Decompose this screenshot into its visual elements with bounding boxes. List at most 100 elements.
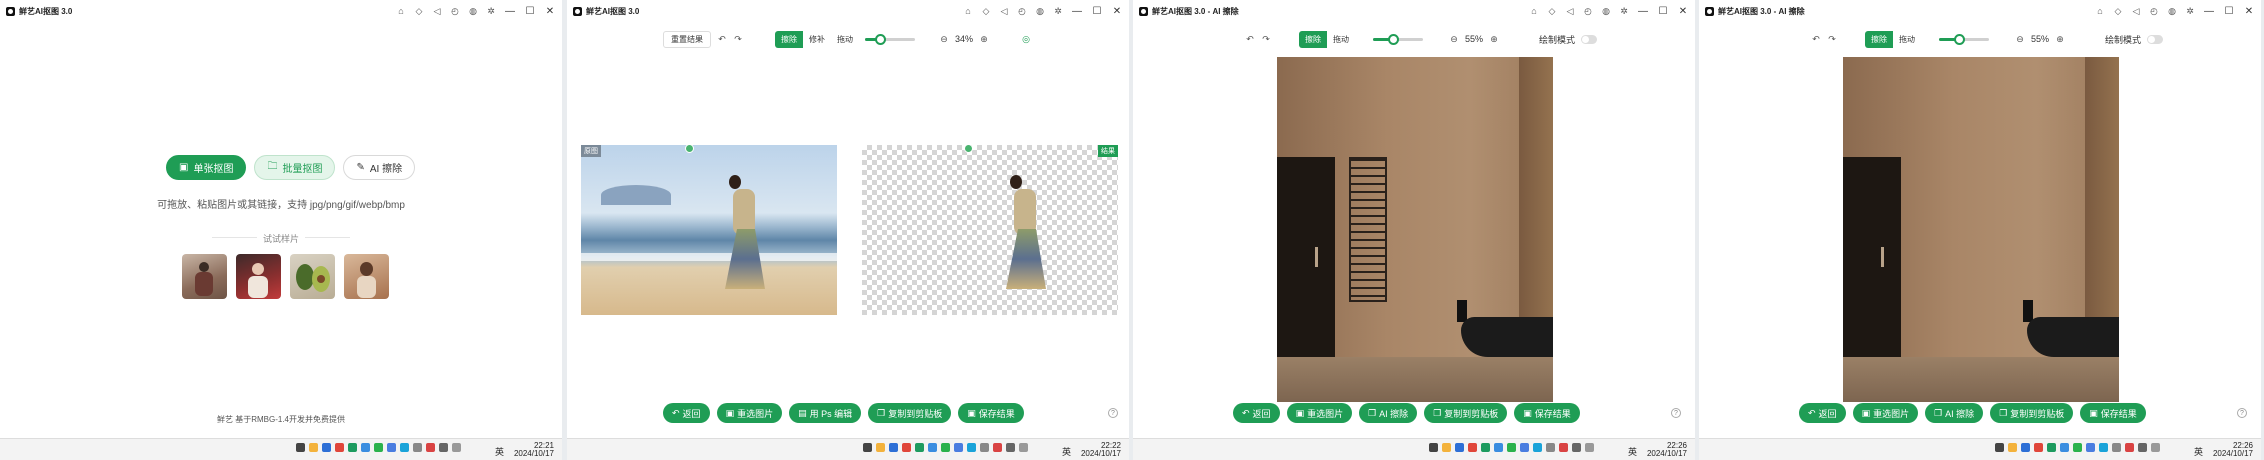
erase-canvas[interactable] <box>1843 57 2119 402</box>
undo-icon[interactable]: ↶ <box>717 34 727 44</box>
store-icon[interactable] <box>889 443 898 452</box>
app-icon[interactable] <box>1546 443 1555 452</box>
tag-icon[interactable]: ◇ <box>2113 6 2123 16</box>
chat-app-icon[interactable] <box>2047 443 2056 452</box>
wifi-icon[interactable] <box>2138 443 2147 452</box>
wechat-icon[interactable] <box>374 443 383 452</box>
zoom-in-icon[interactable]: ⊕ <box>979 34 989 44</box>
compare-toggle[interactable] <box>1581 34 1598 44</box>
folder-app-icon[interactable] <box>309 443 318 452</box>
network-app-icon[interactable] <box>400 443 409 452</box>
settings-icon[interactable]: ✲ <box>486 6 496 16</box>
batch-cutout-button[interactable]: 🗀 批量抠图 <box>254 155 336 180</box>
maximize-button[interactable]: ☐ <box>1657 6 1669 17</box>
app-icon[interactable] <box>863 443 872 452</box>
brush-size-slider[interactable] <box>865 33 915 45</box>
redo-icon[interactable]: ↷ <box>1261 34 1271 44</box>
home-icon[interactable]: ⌂ <box>1529 6 1539 16</box>
redo-icon[interactable]: ↷ <box>733 34 743 44</box>
wifi-icon[interactable] <box>439 443 448 452</box>
copy-button[interactable]: ❐ 复制到剪贴板 <box>1990 403 2074 423</box>
share-icon[interactable]: ◁ <box>999 6 1009 16</box>
maximize-button[interactable]: ☐ <box>2223 6 2235 17</box>
close-button[interactable]: ✕ <box>2243 6 2255 17</box>
palette-icon[interactable]: ◍ <box>468 6 478 16</box>
maximize-button[interactable]: ☐ <box>524 6 536 17</box>
clock[interactable]: 22:22 2024/10/17 <box>1081 442 1121 458</box>
save-button[interactable]: ▣ 保存结果 <box>958 403 1024 423</box>
ime-indicator[interactable]: 英 <box>495 445 504 458</box>
browser-icon[interactable] <box>2086 443 2095 452</box>
share-icon[interactable]: ◁ <box>432 6 442 16</box>
split-handle[interactable] <box>964 144 973 153</box>
shield-app-icon[interactable] <box>2034 443 2043 452</box>
shield-app-icon[interactable] <box>1468 443 1477 452</box>
home-icon[interactable]: ⌂ <box>396 6 406 16</box>
folder-app-icon[interactable] <box>876 443 885 452</box>
history-icon[interactable]: ◴ <box>1017 6 1027 16</box>
history-icon[interactable]: ◴ <box>450 6 460 16</box>
sample-thumb-portrait[interactable] <box>236 254 281 299</box>
cloud-app-icon[interactable] <box>928 443 937 452</box>
minimize-button[interactable]: — <box>1071 6 1083 17</box>
chat-app-icon[interactable] <box>915 443 924 452</box>
reselect-button[interactable]: ▣ 重选图片 <box>1286 403 1353 423</box>
clock[interactable]: 22:21 2024/10/17 <box>514 442 554 458</box>
app-icon[interactable] <box>413 443 422 452</box>
single-cutout-button[interactable]: ▣ 单张抠图 <box>166 155 247 180</box>
app-icon[interactable] <box>426 443 435 452</box>
ai-erase-run-button[interactable]: ❐ AI 擦除 <box>1925 403 1984 423</box>
shield-app-icon[interactable] <box>335 443 344 452</box>
wifi-icon[interactable] <box>1572 443 1581 452</box>
settings-icon[interactable]: ✲ <box>1053 6 1063 16</box>
brush-size-slider[interactable] <box>1939 33 1989 45</box>
palette-icon[interactable]: ◍ <box>2167 6 2177 16</box>
app-icon[interactable] <box>980 443 989 452</box>
ime-indicator[interactable]: 英 <box>2194 445 2203 458</box>
app-icon[interactable] <box>993 443 1002 452</box>
app-icon[interactable] <box>2125 443 2134 452</box>
tool-repair[interactable]: 修补 <box>803 31 831 48</box>
tag-icon[interactable]: ◇ <box>414 6 424 16</box>
share-icon[interactable]: ◁ <box>2131 6 2141 16</box>
undo-icon[interactable]: ↶ <box>1245 34 1255 44</box>
app-icon[interactable] <box>1429 443 1438 452</box>
help-icon[interactable]: ? <box>2237 408 2247 418</box>
cloud-app-icon[interactable] <box>361 443 370 452</box>
chat-app-icon[interactable] <box>1481 443 1490 452</box>
erase-canvas[interactable] <box>1277 57 1553 402</box>
zoom-out-icon[interactable]: ⊖ <box>939 34 949 44</box>
browser-icon[interactable] <box>954 443 963 452</box>
chat-app-icon[interactable] <box>348 443 357 452</box>
clock[interactable]: 22:26 2024/10/17 <box>2213 442 2253 458</box>
app-icon[interactable] <box>2112 443 2121 452</box>
save-button[interactable]: ▣ 保存结果 <box>2080 403 2146 423</box>
share-icon[interactable]: ◁ <box>1565 6 1575 16</box>
history-icon[interactable]: ◴ <box>2149 6 2159 16</box>
back-button[interactable]: ↶ 返回 <box>1233 403 1280 423</box>
ai-erase-button[interactable]: ✎ AI 擦除 <box>343 155 416 180</box>
tag-icon[interactable]: ◇ <box>981 6 991 16</box>
store-icon[interactable] <box>1455 443 1464 452</box>
tool-erase[interactable]: 擦除 <box>1865 30 1893 48</box>
redo-icon[interactable]: ↷ <box>1827 34 1837 44</box>
network-app-icon[interactable] <box>2099 443 2108 452</box>
app-icon[interactable] <box>1559 443 1568 452</box>
sample-thumb-girl[interactable] <box>344 254 389 299</box>
brush-size-slider[interactable] <box>1373 33 1423 45</box>
back-button[interactable]: ↶ 返回 <box>1799 403 1846 423</box>
maximize-button[interactable]: ☐ <box>1091 6 1103 17</box>
settings-icon[interactable]: ✲ <box>2185 6 2195 16</box>
zoom-out-icon[interactable]: ⊖ <box>1449 34 1459 44</box>
browser-icon[interactable] <box>387 443 396 452</box>
close-button[interactable]: ✕ <box>1677 6 1689 17</box>
tool-erase[interactable]: 擦除 <box>775 30 803 48</box>
history-icon[interactable]: ◴ <box>1583 6 1593 16</box>
home-icon[interactable]: ⌂ <box>963 6 973 16</box>
zoom-in-icon[interactable]: ⊕ <box>2055 34 2065 44</box>
result-image[interactable]: 结果 <box>862 145 1118 315</box>
ai-erase-run-button[interactable]: ❐ AI 擦除 <box>1359 403 1418 423</box>
split-handle[interactable] <box>685 144 694 153</box>
cloud-app-icon[interactable] <box>2060 443 2069 452</box>
cloud-app-icon[interactable] <box>1494 443 1503 452</box>
